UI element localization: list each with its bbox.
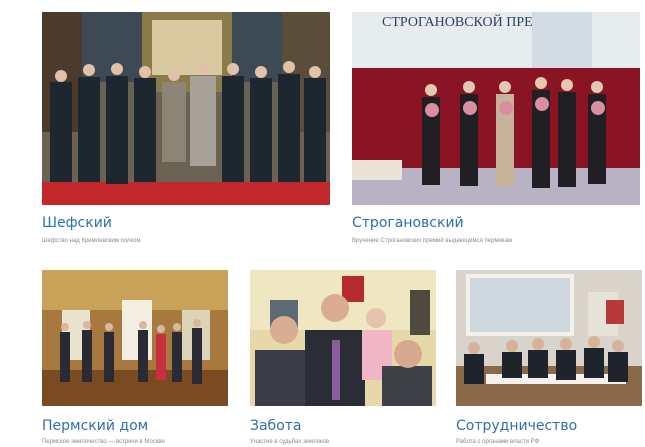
news-card-sotrudnichestvo[interactable]: Сотрудничество Работа с органами власти … [456, 270, 642, 447]
card-title[interactable]: Пермский дом [42, 418, 148, 434]
news-card-permsky-dom[interactable]: Пермский дом Пермское землячество — встр… [42, 270, 228, 447]
card-title[interactable]: Сотрудничество [456, 418, 577, 434]
ceremony-group-photo[interactable] [42, 12, 330, 205]
news-card-zabota[interactable]: Забота Участие в судьбах земляков [250, 270, 436, 447]
card-caption: Участие в судьбах земляков [250, 439, 330, 445]
card-caption: Шефство над Кремлевским полком [42, 238, 141, 244]
card-caption: Вручение Строгановских премий выдающимся… [352, 238, 513, 244]
news-card-shefsky[interactable]: Шефский Шефство над Кремлевским полком [42, 12, 330, 252]
card-title[interactable]: Шефский [42, 215, 112, 231]
card-title[interactable]: Строгановский [352, 215, 464, 231]
family-photo[interactable] [250, 270, 436, 406]
card-caption: Работа с органами власти РФ [456, 439, 540, 445]
card-caption: Пермское землячество — встречи в Москве [42, 439, 165, 445]
news-card-stroganovsky[interactable]: СТРОГАНОВСКОЙ ПРЕМИИ Строгановский Вруче… [352, 12, 640, 252]
hall-gathering-photo[interactable] [42, 270, 228, 406]
conference-photo[interactable] [456, 270, 642, 406]
card-title[interactable]: Забота [250, 418, 302, 434]
award-stage-photo[interactable]: СТРОГАНОВСКОЙ ПРЕМИИ [352, 12, 640, 205]
